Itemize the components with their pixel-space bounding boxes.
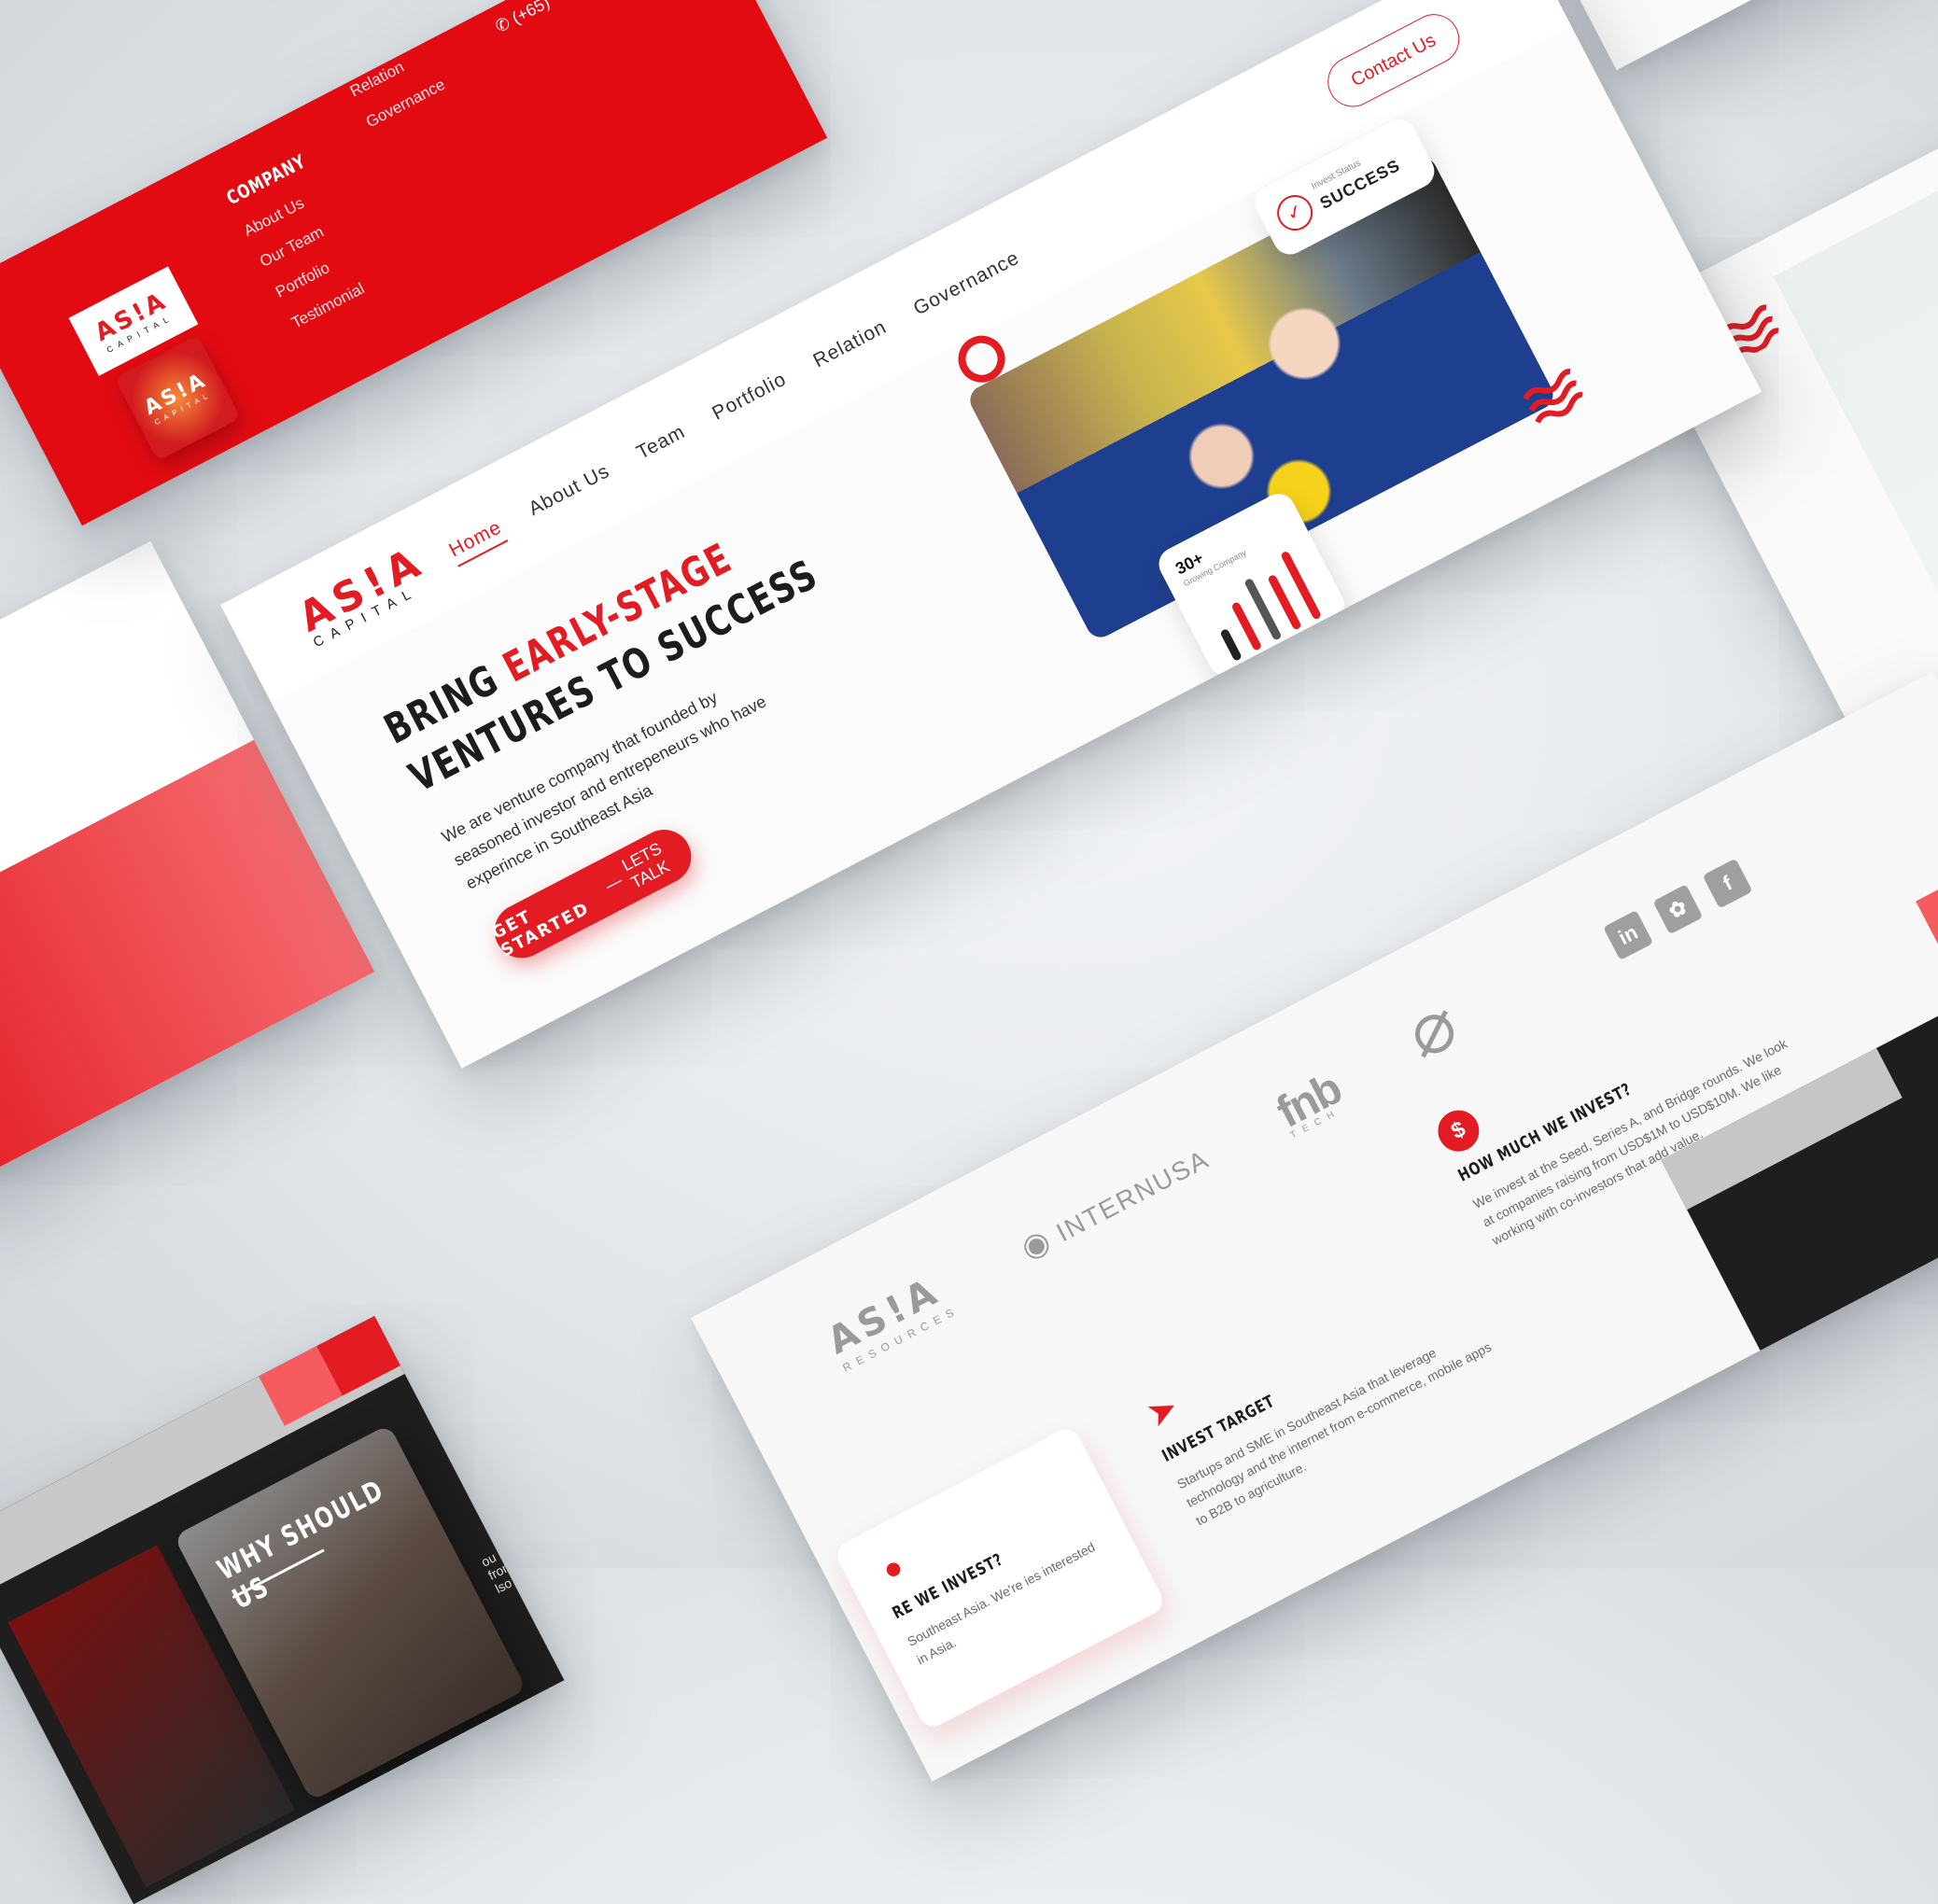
growth-bars-chart [1220, 552, 1321, 661]
growth-bar [1220, 629, 1242, 661]
nav-governance[interactable]: Governance [910, 247, 1026, 326]
linkedin-icon[interactable]: in [1603, 910, 1654, 960]
tinted-panel [1773, 104, 1938, 674]
cta-separator: — [601, 870, 625, 895]
dollar-icon: $ [1430, 1102, 1487, 1159]
location-pin-icon: ● [876, 1547, 910, 1589]
footer-other-column: Relation Governance [347, 45, 456, 146]
accent-block [1916, 849, 1938, 1001]
footer-phone[interactable]: ✆ (+65) [492, 0, 553, 37]
growth-bar [1231, 602, 1261, 651]
footer-phone-number: (+65) [509, 0, 554, 28]
why-snippet: ou from lso [479, 1545, 523, 1596]
facebook-icon[interactable]: f [1702, 858, 1753, 909]
rocket-icon: ➤ [1142, 1389, 1183, 1434]
why-card: WHY SHOULD US ou from lso [0, 1315, 565, 1904]
orbit-icon [1414, 1010, 1454, 1058]
nav-team[interactable]: Team [633, 421, 692, 469]
main-nav: Home About Us Team Portfolio Relation Go… [445, 247, 1026, 567]
contact-us-button[interactable]: Contact Us [1318, 5, 1468, 116]
partner-logo-fnb-tech[interactable]: fnb TECH [1269, 1063, 1351, 1141]
partner-logo-internusa[interactable]: ◉ INTERNUSA [1015, 1139, 1215, 1267]
nav-about-us[interactable]: About Us [526, 460, 617, 525]
partner-logo-main: INTERNUSA [1051, 1143, 1215, 1247]
partner-logo-asia-resources[interactable]: AS!A RESOURCES [821, 1265, 962, 1375]
twitter-icon[interactable]: ✿ [1652, 884, 1704, 935]
check-icon: ✓ [1271, 189, 1319, 237]
social-links: in ✿ f [1603, 858, 1753, 960]
globe-icon: ◉ [1015, 1221, 1058, 1267]
nav-relation[interactable]: Relation [809, 316, 892, 378]
invest-target-block: ➤ INVEST TARGET Startups and SME in Sout… [1135, 1239, 1517, 1531]
phone-icon: ✆ [492, 13, 513, 36]
mockup-scene: AS!A CAPITAL AS!A CAPITAL COMPANY About … [0, 0, 1938, 1904]
where-we-invest-card: ● RE WE INVEST? Southeast Asia. We're ie… [832, 1424, 1168, 1732]
red-image-block [0, 739, 375, 1197]
nav-portfolio[interactable]: Portfolio [709, 369, 793, 430]
cta-secondary-label: LETS TALK [618, 838, 673, 892]
partner-logo-orbit[interactable] [1399, 999, 1472, 1073]
cta-primary-label: GET STARTED [488, 898, 594, 961]
footer-company-column: COMPANY About Us Our Team Portfolio Test… [223, 138, 402, 346]
nav-home[interactable]: Home [445, 516, 509, 567]
site-logo[interactable]: AS!A CAPITAL [291, 538, 437, 651]
